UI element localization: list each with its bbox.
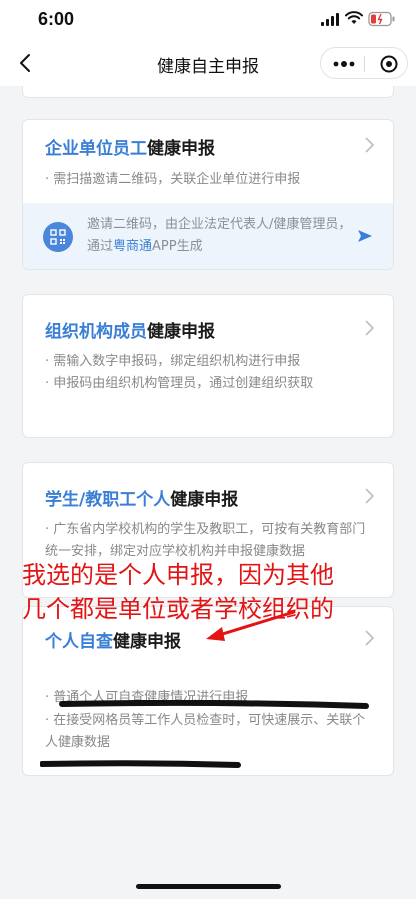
card-desc-line: · 需扫描邀请二维码，关联企业单位进行申报: [45, 172, 301, 187]
card-title: 组织机构成员健康申报: [45, 317, 215, 342]
qr-code-icon: [43, 222, 73, 252]
annotation-underline: [40, 700, 369, 768]
invite-text: 邀请二维码，由企业法定代表人/健康管理员，通过粤商通APP生成: [87, 214, 359, 258]
chevron-right-icon: [365, 488, 375, 504]
card-title-rest: 健康申报: [147, 322, 215, 342]
status-time: 6:00: [38, 9, 75, 29]
invite-qr-banner[interactable]: 邀请二维码，由企业法定代表人/健康管理员，通过粤商通APP生成: [23, 203, 393, 269]
more-button[interactable]: [333, 57, 355, 71]
wifi-icon: [345, 11, 363, 24]
status-bar: 6:00: [0, 0, 416, 40]
card-title-highlight: 个人自查: [45, 632, 113, 652]
card-title-rest: 健康申报: [170, 490, 239, 510]
annotation-arrow-icon: [206, 610, 296, 641]
card-enterprise-employee[interactable]: 企业单位员工健康申报 · 需扫描邀请二维码，关联企业单位进行申报 邀请二维码，由…: [22, 119, 394, 270]
close-miniprogram-button[interactable]: [379, 54, 399, 74]
previous-card-edge: [22, 86, 394, 98]
chevron-right-icon: [365, 320, 375, 336]
annotation-line-1: 我选的是个人申报，因为其他: [22, 561, 334, 589]
card-title: 个人自查健康申报: [45, 627, 181, 652]
card-title-rest: 健康申报: [147, 139, 215, 159]
nav-bar: 健康自主申报: [0, 40, 416, 86]
card-title-highlight: 组织机构成员: [45, 322, 147, 342]
home-indicator: [136, 884, 281, 889]
send-icon: [358, 230, 372, 242]
miniprogram-capsule: [320, 47, 408, 79]
invite-app-name: 粤商通: [113, 239, 153, 254]
card-title-highlight: 企业单位员工: [45, 139, 147, 159]
battery-icon: [368, 11, 395, 27]
chevron-right-icon: [365, 630, 375, 646]
card-desc-line: · 需输入数字申报码，绑定组织机构进行申报: [45, 354, 301, 369]
card-desc-line: · 申报码由组织机构管理员，通过创建组织获取: [45, 376, 314, 391]
card-title: 学生/教职工个人健康申报: [45, 485, 238, 510]
card-organization-member[interactable]: 组织机构成员健康申报 · 需输入数字申报码，绑定组织机构进行申报 · 申报码由组…: [22, 294, 394, 438]
card-title-highlight: 学生/教职工个人: [45, 490, 171, 510]
card-title: 企业单位员工健康申报: [45, 134, 215, 159]
card-desc-line: · 广东省内学校机构的学生及教职工，可按有关教育部门统一安排，绑定对应学校机构并…: [45, 522, 366, 559]
cellular-signal-icon: [321, 13, 339, 26]
invite-text-after: APP生成: [152, 239, 203, 254]
chevron-right-icon: [365, 137, 375, 153]
capsule-divider: [364, 56, 365, 72]
card-title-rest: 健康申报: [113, 632, 181, 652]
